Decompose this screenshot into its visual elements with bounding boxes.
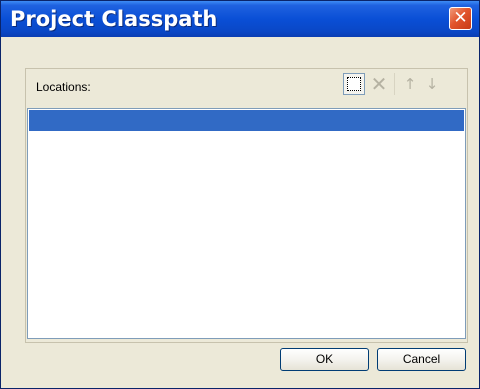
locations-label: Locations: [36, 80, 91, 94]
locations-panel: Locations: ✕ ↑ ↓ [25, 68, 468, 343]
list-item-selected[interactable] [29, 110, 464, 131]
arrow-down-icon: ↓ [425, 75, 439, 93]
title-bar[interactable]: Project Classpath ✕ [1, 1, 479, 37]
move-up-button[interactable]: ↑ [399, 73, 421, 95]
add-location-button[interactable] [343, 73, 365, 95]
ok-button[interactable]: OK [280, 348, 369, 371]
dialog-title: Project Classpath [10, 7, 218, 31]
cancel-button[interactable]: Cancel [377, 348, 466, 371]
delete-x-icon: ✕ [370, 72, 388, 96]
new-folder-icon [347, 77, 361, 91]
close-icon: ✕ [453, 8, 468, 28]
arrow-up-icon: ↑ [403, 75, 417, 93]
locations-list[interactable] [27, 108, 466, 339]
toolbar-separator [394, 73, 395, 95]
remove-location-button[interactable]: ✕ [368, 73, 390, 95]
project-classpath-dialog: Project Classpath ✕ Locations: ✕ ↑ ↓ OK … [0, 0, 480, 389]
close-button[interactable]: ✕ [449, 7, 472, 30]
move-down-button[interactable]: ↓ [421, 73, 443, 95]
